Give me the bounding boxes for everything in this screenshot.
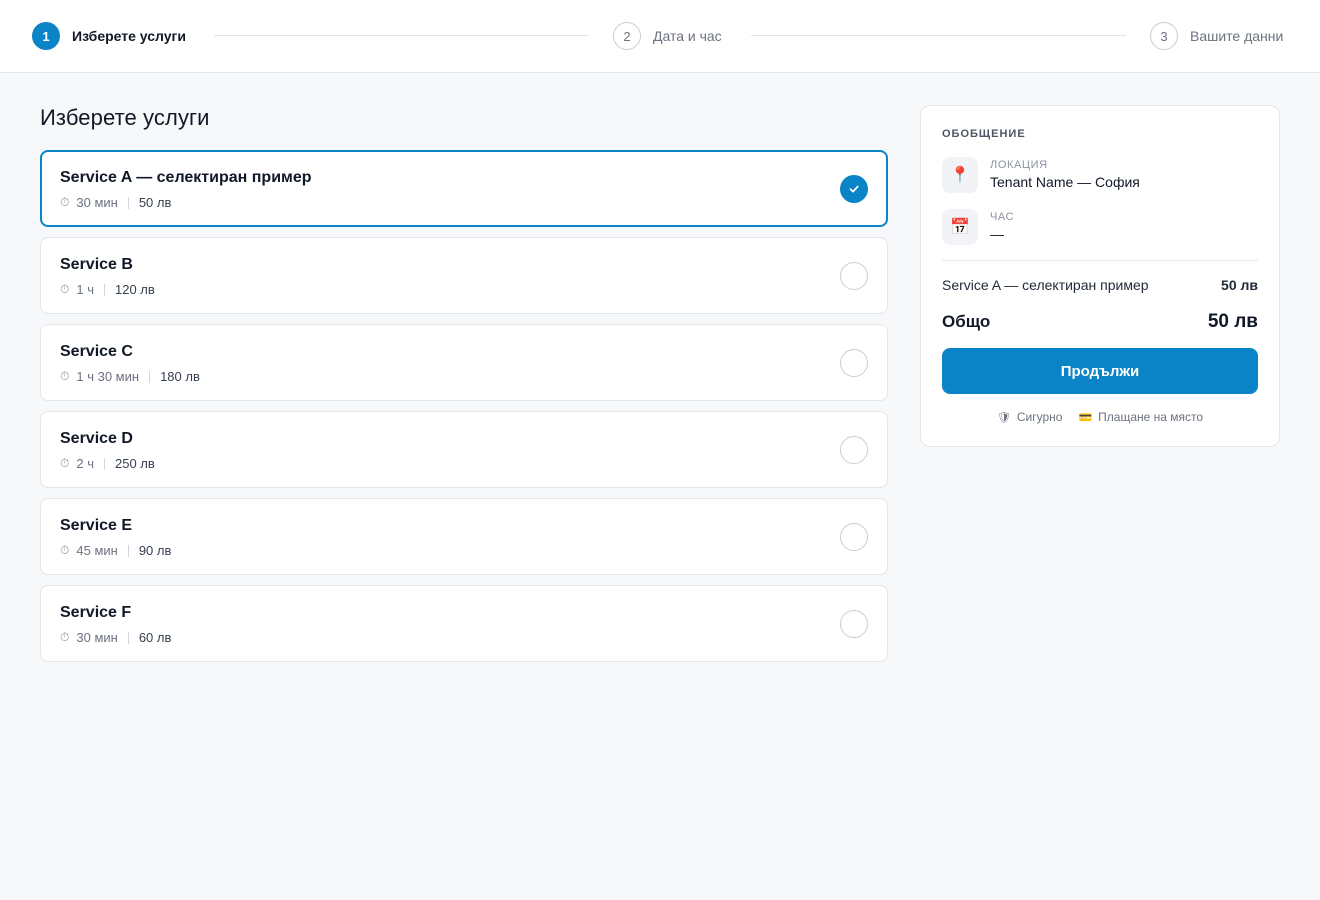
service-meta: ⏱ 30 мин 50 лв	[60, 195, 171, 210]
service-price: 50 лв	[138, 195, 172, 210]
step-connector	[751, 35, 1126, 36]
time-value: —	[990, 226, 1004, 242]
stopwatch-icon: ⏱	[60, 369, 70, 383]
service-radio[interactable]	[840, 262, 868, 290]
step-2-label: Дата и час	[653, 28, 722, 44]
total-label: Общо	[942, 312, 991, 331]
stopwatch-icon: ⏱	[60, 543, 70, 557]
service-price: 250 лв	[115, 456, 155, 471]
service-price: 180 лв	[160, 369, 200, 384]
step-connector	[214, 35, 589, 36]
meta-divider	[127, 544, 129, 557]
pay-label: Плащане на място	[1098, 410, 1204, 424]
line-item-name: Service A — селектиран пример	[942, 277, 1149, 293]
service-meta: ⏱ 2 ч 250 лв	[60, 456, 155, 471]
meta-divider	[104, 283, 105, 296]
time-label: Час	[990, 211, 1015, 223]
service-name: Service C	[60, 343, 133, 360]
total-price: 50 лв	[1207, 311, 1258, 332]
service-card-a[interactable]: Service A — селектиран пример ⏱ 30 мин 5…	[40, 150, 888, 227]
step-3-label: Вашите данни	[1190, 28, 1284, 44]
step-1[interactable]: 1 Изберете услуги	[32, 22, 186, 50]
service-list: Service A — селектиран пример ⏱ 30 мин 5…	[40, 150, 888, 672]
service-card-b[interactable]: Service B ⏱ 1 ч 120 лв	[40, 237, 888, 314]
location-value: Tenant Name — София	[990, 174, 1140, 190]
step-3[interactable]: 3 Вашите данни	[1150, 22, 1283, 50]
calendar-icon: 📅	[942, 209, 978, 245]
service-card-c[interactable]: Service C ⏱ 1 ч 30 мин 180 лв	[40, 324, 888, 401]
service-duration: 1 ч	[76, 282, 94, 297]
line-item-price: 50 лв	[1221, 277, 1258, 293]
service-meta: ⏱ 1 ч 30 мин 180 лв	[60, 369, 200, 384]
service-name: Service D	[60, 430, 133, 447]
service-radio[interactable]	[840, 610, 868, 638]
trust-badges: 🛡 Сигурно 💳 Плащане на място	[942, 410, 1258, 424]
summary-divider	[942, 260, 1258, 261]
continue-button[interactable]: Продължи	[942, 348, 1258, 394]
service-name: Service F	[60, 604, 132, 621]
service-name: Service E	[60, 517, 133, 534]
secure-label: Сигурно	[1016, 410, 1063, 424]
step-3-number: 3	[1150, 22, 1178, 50]
service-radio-selected[interactable]	[840, 175, 868, 203]
shield-icon: 🛡	[996, 411, 1011, 424]
summary-title: ОБОБЩЕНИЕ	[942, 128, 1026, 140]
service-radio[interactable]	[840, 436, 868, 464]
meta-divider	[127, 196, 129, 209]
summary-panel: ОБОБЩЕНИЕ 📍 Локация Tenant Name — София …	[920, 105, 1280, 447]
stopwatch-icon: ⏱	[60, 456, 70, 470]
service-meta: ⏱ 30 мин 60 лв	[60, 630, 171, 645]
summary-total: Общо 50 лв	[942, 311, 1258, 333]
service-duration: 30 мин	[76, 630, 118, 645]
service-name: Service A — селектиран пример	[60, 169, 312, 186]
service-radio[interactable]	[840, 349, 868, 377]
step-2-number: 2	[613, 22, 641, 50]
meta-divider	[149, 370, 151, 383]
location-label: Локация	[990, 159, 1048, 171]
service-price: 120 лв	[115, 282, 155, 297]
service-card-e[interactable]: Service E ⏱ 45 мин 90 лв	[40, 498, 888, 575]
step-1-number: 1	[32, 22, 60, 50]
meta-divider	[104, 457, 105, 470]
step-1-label: Изберете услуги	[72, 28, 186, 44]
service-name: Service B	[60, 256, 133, 273]
service-duration: 30 мин	[76, 195, 118, 210]
service-meta: ⏱ 45 мин 90 лв	[60, 543, 171, 558]
check-icon	[849, 185, 859, 193]
service-price: 60 лв	[138, 630, 172, 645]
stopwatch-icon: ⏱	[60, 195, 70, 209]
secure-badge: 🛡 Сигурно	[997, 410, 1063, 424]
service-price: 90 лв	[138, 543, 172, 558]
pay-on-site-badge: 💳 Плащане на място	[1078, 410, 1203, 424]
service-radio[interactable]	[840, 523, 868, 551]
service-duration: 1 ч 30 мин	[76, 369, 140, 384]
card-icon: 💳	[1078, 411, 1093, 424]
summary-location: 📍 Локация Tenant Name — София	[942, 157, 1140, 193]
pin-icon: 📍	[942, 157, 978, 193]
service-duration: 45 мин	[76, 543, 118, 558]
service-meta: ⏱ 1 ч 120 лв	[60, 282, 155, 297]
service-duration: 2 ч	[76, 456, 94, 471]
service-card-f[interactable]: Service F ⏱ 30 мин 60 лв	[40, 585, 888, 662]
step-2[interactable]: 2 Дата и час	[613, 22, 722, 50]
summary-time: 📅 Час —	[942, 209, 1014, 245]
stopwatch-icon: ⏱	[60, 630, 70, 644]
meta-divider	[127, 631, 129, 644]
service-card-d[interactable]: Service D ⏱ 2 ч 250 лв	[40, 411, 888, 488]
summary-line-item: Service A — селектиран пример 50 лв	[942, 277, 1258, 293]
page-title: Изберете услуги	[40, 105, 210, 130]
stepper: 1 Изберете услуги 2 Дата и час 3 Вашите …	[0, 0, 1320, 73]
stopwatch-icon: ⏱	[60, 282, 70, 296]
